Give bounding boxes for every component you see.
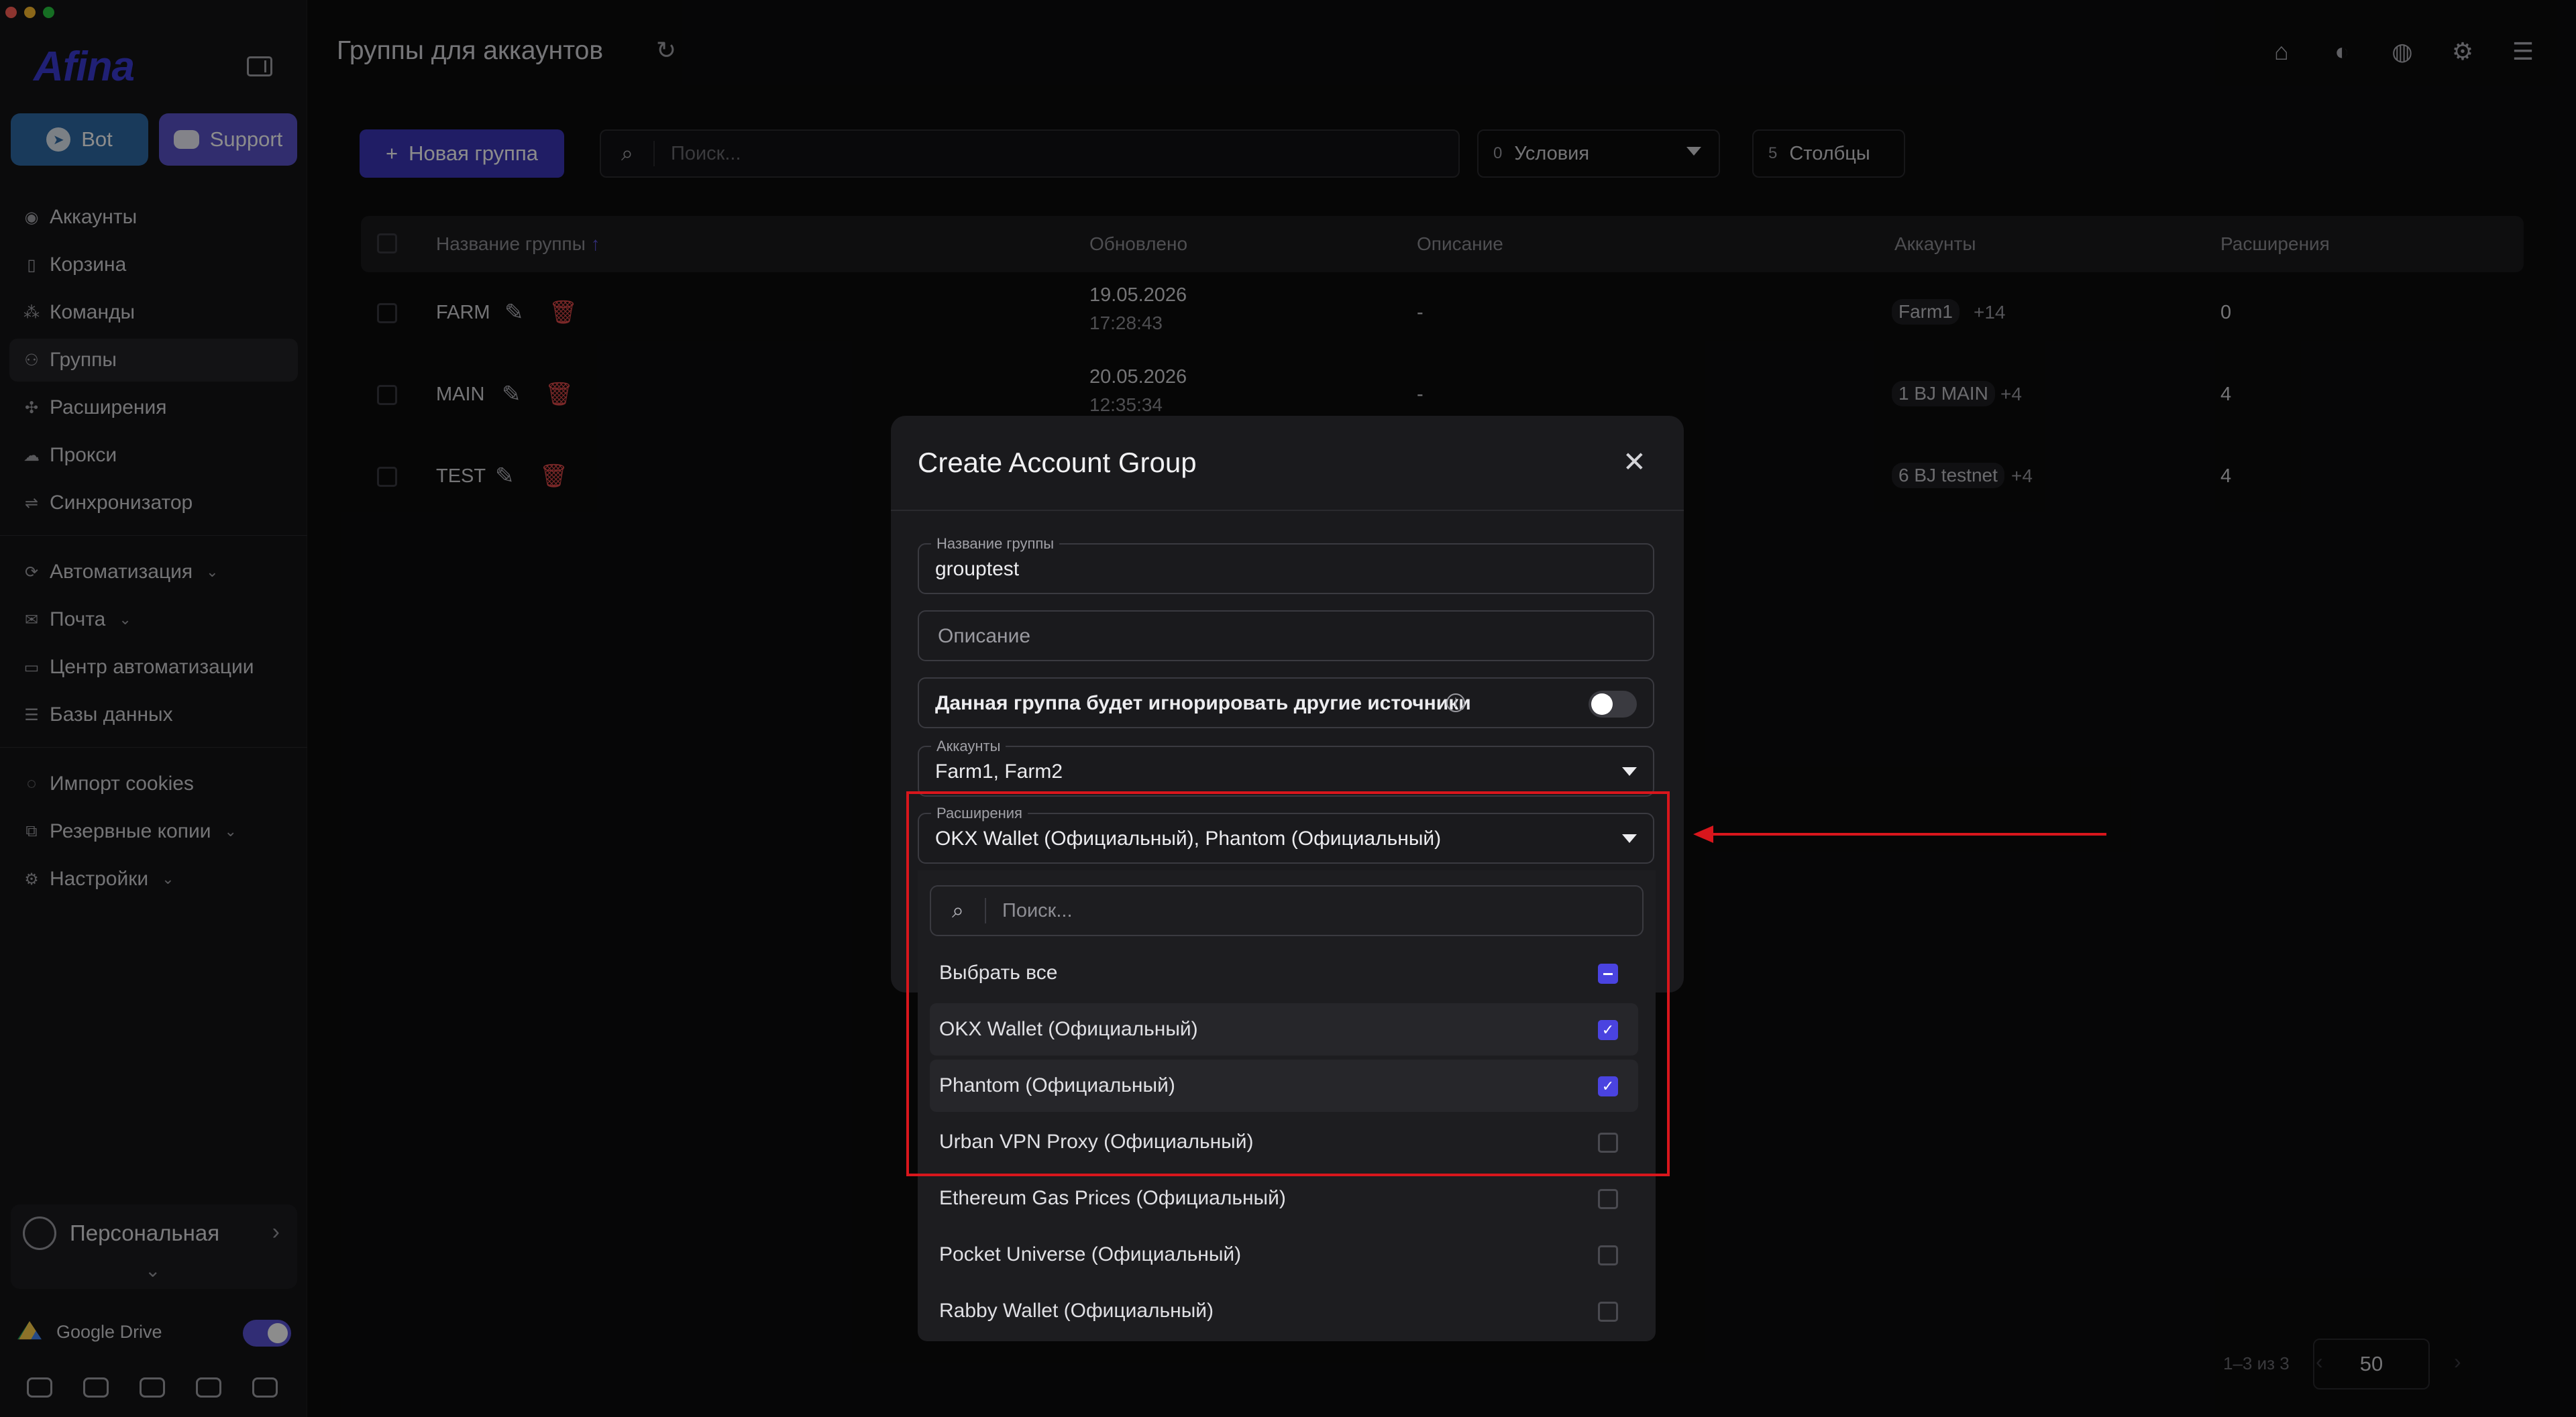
annotation-arrow bbox=[1704, 833, 2106, 836]
ignore-sources-toggle[interactable] bbox=[1589, 691, 1637, 718]
modal-title: Create Account Group bbox=[918, 447, 1197, 478]
option-checkbox[interactable] bbox=[1598, 1302, 1618, 1322]
option-label: Pocket Universe (Официальный) bbox=[939, 1243, 1242, 1265]
extension-option[interactable]: Rabby Wallet (Официальный) bbox=[930, 1285, 1638, 1337]
ignore-sources-row: Данная группа будет игнорировать другие … bbox=[918, 677, 1654, 728]
accounts-value: Farm1, Farm2 bbox=[935, 760, 1063, 783]
option-checkbox[interactable] bbox=[1598, 1189, 1618, 1209]
group-name-value: grouptest bbox=[935, 558, 1020, 580]
annotation-arrow-head bbox=[1693, 826, 1713, 843]
description-field[interactable]: Описание bbox=[918, 610, 1654, 661]
close-icon[interactable]: ✕ bbox=[1623, 445, 1646, 478]
group-name-field[interactable]: Название группы grouptest bbox=[918, 535, 1654, 594]
caret-down-icon bbox=[1622, 767, 1637, 776]
info-icon[interactable]: i bbox=[1446, 693, 1465, 712]
modal-divider bbox=[891, 510, 1684, 511]
option-label: Ethereum Gas Prices (Официальный) bbox=[939, 1187, 1286, 1209]
accounts-select[interactable]: Аккаунты Farm1, Farm2 bbox=[918, 738, 1654, 797]
accounts-label: Аккаунты bbox=[931, 738, 1006, 755]
option-checkbox[interactable] bbox=[1598, 1245, 1618, 1265]
option-label: Rabby Wallet (Официальный) bbox=[939, 1300, 1214, 1322]
description-placeholder: Описание bbox=[938, 625, 1031, 647]
ignore-sources-label: Данная группа будет игнорировать другие … bbox=[935, 692, 1471, 714]
extension-option[interactable]: Pocket Universe (Официальный) bbox=[930, 1229, 1638, 1281]
extension-option[interactable]: Ethereum Gas Prices (Официальный) bbox=[930, 1172, 1638, 1225]
annotation-highlight-box bbox=[906, 791, 1670, 1176]
group-name-label: Название группы bbox=[931, 535, 1060, 553]
